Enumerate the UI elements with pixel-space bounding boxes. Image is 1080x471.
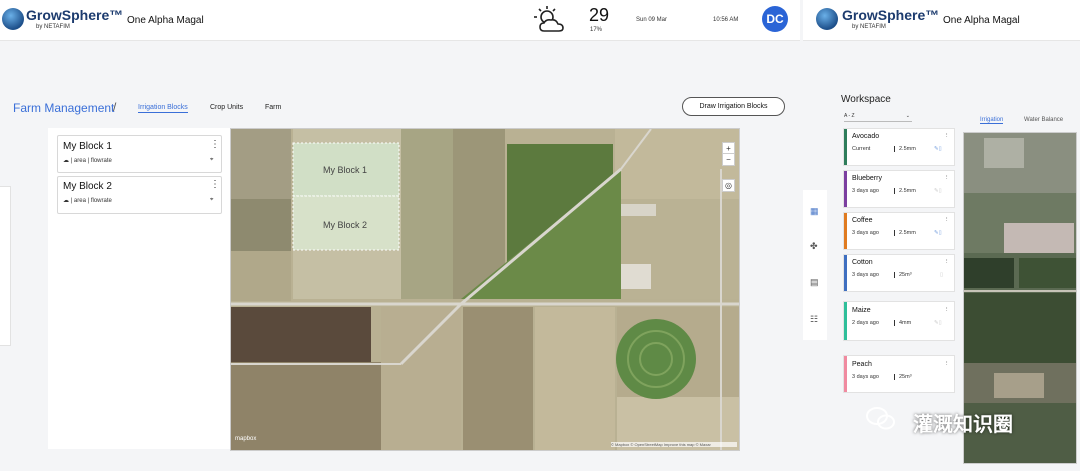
more-options-icon[interactable]: ⋮	[210, 139, 220, 150]
block-card-1[interactable]: My Block 1 ⋮ ☁ | area | flowrate ⌖	[57, 135, 222, 173]
crop-when: 3 days ago	[852, 188, 879, 194]
block-card-2[interactable]: My Block 2 ⋮ ☁ | area | flowrate ⌖	[57, 176, 222, 214]
tab-irrigation-blocks[interactable]: Irrigation Blocks	[138, 104, 188, 113]
crop-value: 4mm	[894, 320, 911, 326]
crop-name: Blueberry	[852, 175, 882, 182]
tab-irrigation[interactable]: Irrigation	[980, 117, 1004, 124]
crop-value: 2.5mm	[894, 230, 916, 236]
edit-icon[interactable]: ✎▯	[934, 146, 942, 152]
block-name: My Block 1	[63, 141, 112, 152]
cloud-icon: ☁	[63, 158, 69, 164]
more-options-icon[interactable]: ⋮	[944, 361, 950, 367]
partly-cloudy-icon	[534, 6, 564, 32]
crop-value: 2.5mm	[894, 146, 916, 152]
crop-color-bar	[844, 213, 847, 249]
zoom-out-button[interactable]: −	[722, 153, 735, 166]
edit-icon[interactable]: ✎▯	[934, 230, 942, 236]
locate-icon[interactable]: ◎	[722, 179, 735, 192]
breadcrumb-separator: /	[113, 100, 117, 114]
crop-value: 2.5mm	[894, 188, 916, 194]
map-block-label[interactable]: My Block 2	[323, 220, 367, 230]
crop-value: 25m³	[894, 272, 912, 278]
growsphere-logo-icon[interactable]	[816, 8, 838, 30]
brand-sub: by NETAFIM	[852, 24, 886, 30]
brand-sub: by NETAFIM	[36, 24, 70, 30]
crop-when: 3 days ago	[852, 230, 879, 236]
cloud-icon: ☁	[63, 198, 69, 204]
crop-name: Maize	[852, 307, 871, 314]
workspace-title: Workspace	[841, 94, 891, 105]
page-title: Farm Management	[13, 101, 115, 115]
crop-card-avocado[interactable]: Avocado Current 2.5mm ⋮ ✎▯	[843, 128, 955, 166]
crop-name: Coffee	[852, 217, 873, 224]
more-options-icon[interactable]: ⋮	[944, 217, 950, 223]
crop-value: 25m³	[894, 374, 912, 380]
crop-name: Peach	[852, 361, 872, 368]
edit-icon[interactable]: ✎▯	[934, 188, 942, 194]
draw-irrigation-blocks-button[interactable]: Draw Irrigation Blocks	[682, 97, 785, 116]
chevron-down-icon: ⌄	[905, 113, 910, 119]
crop-when: 3 days ago	[852, 272, 879, 278]
more-options-icon[interactable]: ⋮	[210, 179, 220, 190]
right-icon-sidebar: ▦ ✤ ▤ ☷	[803, 190, 827, 340]
settings-icon[interactable]: ☷	[810, 314, 818, 325]
watermark-text: 灌溉知识圈	[913, 414, 1013, 436]
tab-crop-units[interactable]: Crop Units	[210, 104, 243, 111]
delete-icon[interactable]: ▯	[940, 272, 943, 278]
crop-color-bar	[844, 129, 847, 165]
crop-color-bar	[844, 171, 847, 207]
crop-when: Current	[852, 146, 871, 152]
crop-color-bar	[844, 302, 847, 340]
sort-select[interactable]: A - Z ⌄	[844, 113, 912, 122]
satellite-map-imagery	[231, 129, 739, 450]
location-pin-icon[interactable]: ⌖	[210, 197, 213, 204]
tab-farm[interactable]: Farm	[265, 104, 281, 111]
map-attribution[interactable]: © Mapbox © OpenStreetMap Improve this ma…	[611, 442, 737, 447]
more-options-icon[interactable]: ⋮	[944, 175, 950, 181]
growsphere-logo-icon[interactable]	[2, 8, 24, 30]
location-pin-icon[interactable]: ⌖	[210, 157, 213, 164]
farm-name[interactable]: One Alpha Magal	[943, 15, 1020, 26]
brand-name: GrowSphere™	[26, 7, 124, 23]
crop-color-bar	[844, 356, 847, 392]
more-options-icon[interactable]: ⋮	[944, 259, 950, 265]
more-options-icon[interactable]: ⋮	[944, 307, 950, 313]
mapbox-logo: mapbox	[235, 436, 257, 442]
block-meta: ☁ | area | flowrate	[63, 158, 112, 164]
more-options-icon[interactable]: ⋮	[944, 133, 950, 139]
crop-when: 2 days ago	[852, 320, 879, 326]
crop-card-peach[interactable]: Peach 3 days ago 25m³ ⋮	[843, 355, 955, 393]
time-text: 10:56 AM	[713, 17, 739, 23]
farm-name[interactable]: One Alpha Magal	[127, 15, 204, 26]
block-meta: ☁ | area | flowrate	[63, 198, 112, 204]
satellite-map[interactable]: My Block 1 My Block 2 + − ◎ mapbox © Map…	[230, 128, 740, 451]
dashboard-icon[interactable]: ▦	[810, 206, 819, 217]
crop-name: Avocado	[852, 133, 880, 140]
crop-card-cotton[interactable]: Cotton 3 days ago 25m³ ⋮ ▯	[843, 254, 955, 292]
edit-icon[interactable]: ✎▯	[934, 320, 942, 326]
collapsed-sidebar[interactable]	[0, 186, 11, 346]
humidity: 17%	[590, 27, 603, 33]
wechat-icon	[866, 405, 896, 435]
crop-card-blueberry[interactable]: Blueberry 3 days ago 2.5mm ⋮ ✎▯	[843, 170, 955, 208]
avatar[interactable]: DC	[762, 6, 788, 32]
chart-icon[interactable]: ▤	[810, 277, 819, 288]
block-name: My Block 2	[63, 181, 112, 192]
tab-water-balance[interactable]: Water Balance	[1024, 117, 1063, 123]
crop-icon[interactable]: ✤	[810, 241, 818, 252]
crop-color-bar	[844, 255, 847, 291]
crop-when: 3 days ago	[852, 374, 879, 380]
date-text: Sun 09 Mar	[636, 17, 668, 23]
crop-card-maize[interactable]: Maize 2 days ago 4mm ⋮ ✎▯	[843, 301, 955, 341]
crop-card-coffee[interactable]: Coffee 3 days ago 2.5mm ⋮ ✎▯	[843, 212, 955, 250]
crop-name: Cotton	[852, 259, 873, 266]
map-block-label[interactable]: My Block 1	[323, 165, 367, 175]
brand-name: GrowSphere™	[842, 7, 940, 23]
temperature: 29	[589, 5, 610, 25]
